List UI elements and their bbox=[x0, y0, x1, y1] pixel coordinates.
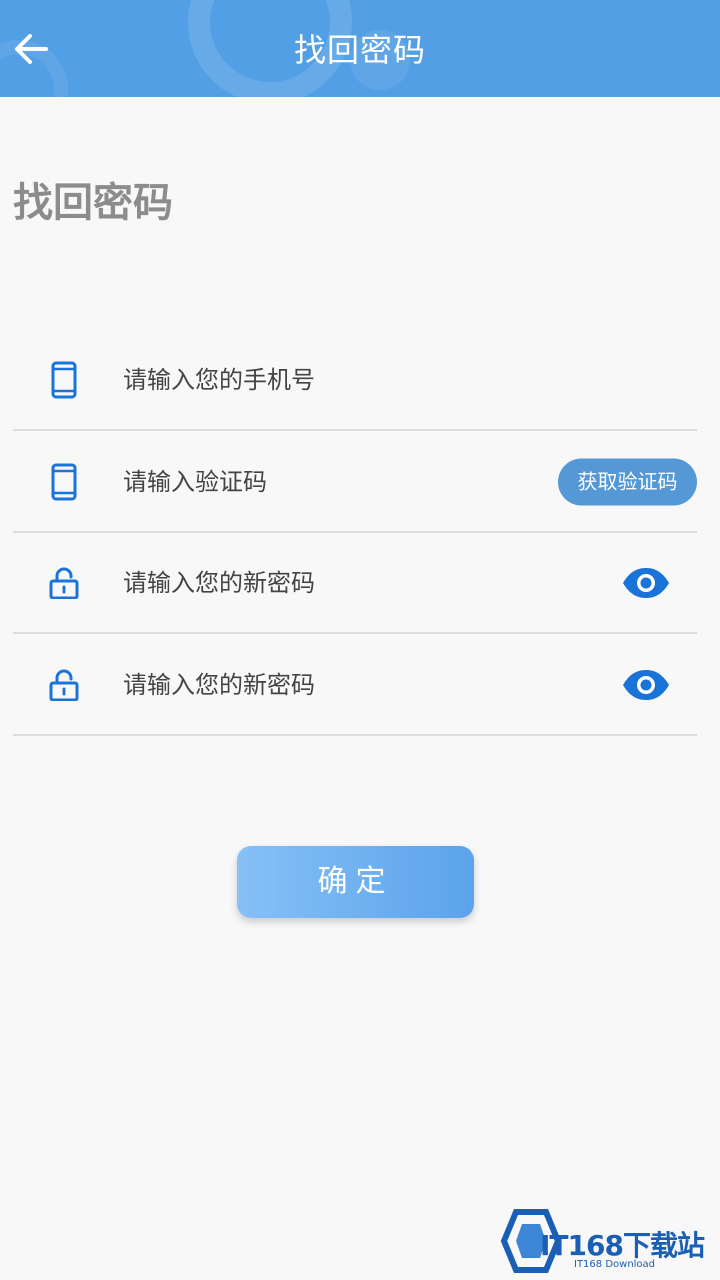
page-title: 找回密码 bbox=[13, 180, 173, 226]
app-header: 找回密码 bbox=[0, 0, 720, 97]
new-password-input[interactable] bbox=[123, 562, 523, 603]
screen: 找回密码 找回密码 获取验证码 bbox=[0, 0, 720, 1280]
eye-icon[interactable] bbox=[622, 669, 670, 701]
watermark-logo: IT168下载站 IT168 Download bbox=[500, 1206, 716, 1276]
phone-icon bbox=[49, 463, 79, 501]
phone-row bbox=[13, 330, 697, 431]
watermark-text: IT168下载站 bbox=[540, 1229, 705, 1262]
phone-input[interactable] bbox=[123, 359, 523, 400]
verification-code-input[interactable] bbox=[123, 461, 423, 502]
confirm-password-input[interactable] bbox=[123, 664, 523, 705]
eye-icon[interactable] bbox=[622, 567, 670, 599]
watermark-subtext: IT168 Download bbox=[574, 1259, 656, 1270]
password-row bbox=[13, 533, 697, 634]
header-title: 找回密码 bbox=[293, 31, 426, 69]
phone-icon bbox=[49, 361, 79, 399]
lock-icon bbox=[49, 666, 79, 704]
lock-icon bbox=[49, 564, 79, 602]
get-code-button[interactable]: 获取验证码 bbox=[558, 458, 697, 505]
code-row: 获取验证码 bbox=[13, 432, 697, 533]
confirm-button[interactable]: 确定 bbox=[237, 846, 474, 918]
confirm-password-row bbox=[13, 635, 697, 736]
